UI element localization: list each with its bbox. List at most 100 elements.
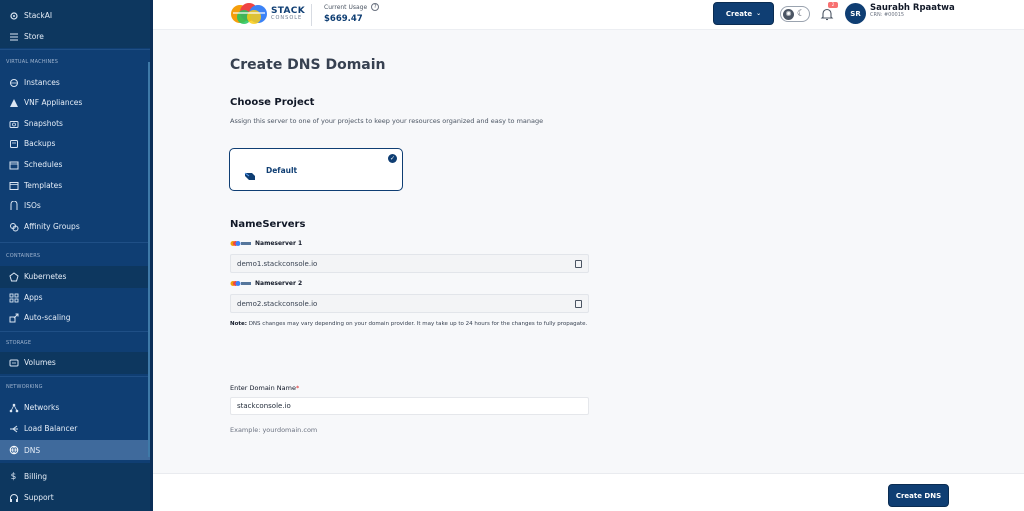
brand-logo[interactable]: STACK CONSOLE (230, 3, 305, 25)
header-divider (311, 4, 312, 26)
sidebar-edge (150, 0, 153, 511)
sidebar-item-autoscaling[interactable]: Auto-scaling (0, 308, 150, 327)
domain-name-label-text: Enter Domain Name (230, 384, 296, 392)
user-info[interactable]: Saurabh Rpaatwa CRN: #00015 (870, 3, 955, 19)
sidebar-item-label: Instances (24, 78, 60, 87)
nameservers-heading: NameServers (230, 219, 306, 230)
theme-toggle[interactable]: ✺ ☾ (780, 6, 810, 22)
bell-icon[interactable] (820, 6, 834, 21)
sidebar-section-networking: NETWORKING (6, 384, 43, 390)
sidebar-item-templates[interactable]: Templates (0, 176, 150, 195)
autoscale-icon (8, 312, 19, 323)
nameserver-2-label-text: Nameserver 2 (255, 280, 303, 287)
sidebar-item-label: Volumes (24, 358, 56, 367)
sidebar-item-stackai[interactable]: StackAI (0, 6, 150, 25)
store-icon (8, 31, 19, 42)
nameserver-1-value: demo1.stackconsole.io (237, 259, 318, 268)
volume-icon (8, 357, 19, 368)
sidebar-item-store[interactable]: Store (0, 27, 150, 46)
sidebar-item-schedules[interactable]: Schedules (0, 155, 150, 174)
sidebar-item-load-balancer[interactable]: Load Balancer (0, 419, 150, 438)
sidebar-item-support[interactable]: Support (0, 488, 150, 507)
create-button[interactable]: Create ⌄ (713, 2, 774, 25)
top-bar: STACK CONSOLE Current Usage? $669.47 Cre… (153, 0, 1024, 30)
sidebar-divider (0, 242, 150, 243)
notification-badge: 2 (828, 2, 838, 8)
nameserver-2-field[interactable]: demo2.stackconsole.io (230, 294, 589, 313)
template-icon (8, 180, 19, 191)
nameserver-1-label: Nameserver 1 (230, 240, 302, 247)
sidebar-item-label: Auto-scaling (24, 313, 71, 322)
snapshot-icon (8, 118, 19, 129)
affinity-icon (8, 221, 19, 232)
sidebar-item-backups[interactable]: Backups (0, 134, 150, 153)
nameserver-1-field[interactable]: demo1.stackconsole.io (230, 254, 589, 273)
project-card-default[interactable]: Default ✓ (229, 148, 403, 191)
backup-icon (8, 138, 19, 149)
nameserver-2-value: demo2.stackconsole.io (237, 299, 318, 308)
current-usage: Current Usage? $669.47 (324, 3, 380, 24)
note-text: DNS changes may vary depending on your d… (246, 321, 588, 327)
sidebar-divider (0, 376, 150, 377)
sidebar-item-affinity[interactable]: Affinity Groups (0, 217, 150, 236)
sidebar-item-dns[interactable]: DNS (0, 440, 150, 460)
sidebar-item-kubernetes[interactable]: Kubernetes (0, 267, 150, 286)
stack-console-mini-logo-icon (230, 280, 252, 287)
sidebar-item-label: Backups (24, 139, 56, 148)
domain-example-hint: Example: yourdomain.com (230, 426, 318, 434)
sidebar-item-label: Apps (24, 293, 43, 302)
required-mark: * (295, 384, 300, 392)
load-balancer-icon (8, 423, 19, 434)
sidebar-item-label: Networks (24, 403, 60, 412)
sidebar-item-label: Load Balancer (24, 424, 78, 433)
sidebar-item-label: Templates (24, 181, 63, 190)
domain-name-input[interactable]: stackconsole.io (230, 397, 589, 415)
sidebar-section-storage: STORAGE (6, 340, 32, 346)
apps-grid-icon (8, 292, 19, 303)
disc-icon (8, 200, 19, 211)
sidebar-item-snapshots[interactable]: Snapshots (0, 114, 150, 133)
sidebar-divider (0, 49, 150, 50)
sidebar: StackAI Store VIRTUAL MACHINES Instances… (0, 0, 152, 511)
help-icon[interactable]: ? (371, 3, 380, 11)
create-dns-button[interactable]: Create DNS (888, 484, 949, 507)
dollar-icon: $ (10, 471, 17, 482)
sidebar-divider (0, 331, 150, 332)
sidebar-item-label: Billing (24, 472, 47, 481)
domain-name-value: stackconsole.io (237, 402, 291, 410)
choose-project-heading: Choose Project (230, 97, 315, 108)
sidebar-item-instances[interactable]: Instances (0, 73, 150, 92)
domain-name-label: Enter Domain Name* (230, 384, 299, 392)
network-icon (8, 402, 19, 413)
sidebar-section-vm: VIRTUAL MACHINES (6, 59, 59, 65)
avatar[interactable]: SR (845, 3, 866, 24)
page-title: Create DNS Domain (230, 57, 386, 73)
sidebar-item-volumes[interactable]: Volumes (0, 353, 150, 372)
create-button-label: Create (725, 9, 753, 18)
sidebar-item-networks[interactable]: Networks (0, 398, 150, 417)
usage-label: Current Usage (324, 3, 368, 11)
sidebar-item-vnf[interactable]: VNF Appliances (0, 93, 150, 112)
logo-mark-icon (230, 3, 268, 25)
sidebar-section-containers: CONTAINERS (6, 253, 41, 259)
nameserver-1-label-text: Nameserver 1 (255, 240, 303, 247)
check-icon: ✓ (388, 154, 397, 163)
sidebar-item-apps[interactable]: Apps (0, 288, 150, 307)
moon-icon: ☾ (797, 9, 806, 19)
copy-icon[interactable] (575, 260, 582, 268)
sidebar-item-label: VNF Appliances (24, 98, 83, 107)
sidebar-item-label: Schedules (24, 160, 63, 169)
sidebar-item-billing[interactable]: $ Billing (0, 467, 150, 486)
project-icon (244, 166, 256, 180)
copy-icon[interactable] (575, 300, 582, 308)
sidebar-item-label: ISOs (24, 201, 41, 210)
sidebar-item-label: Store (24, 32, 44, 41)
sidebar-item-label: Kubernetes (24, 272, 67, 281)
globe-icon (8, 445, 19, 456)
sidebar-item-isos[interactable]: ISOs (0, 196, 150, 215)
sidebar-item-label: Support (24, 493, 54, 502)
vnf-icon (8, 97, 19, 108)
usage-value: $669.47 (324, 14, 363, 24)
chevron-down-icon: ⌄ (756, 10, 762, 17)
user-crn: CRN: #00015 (870, 12, 905, 19)
